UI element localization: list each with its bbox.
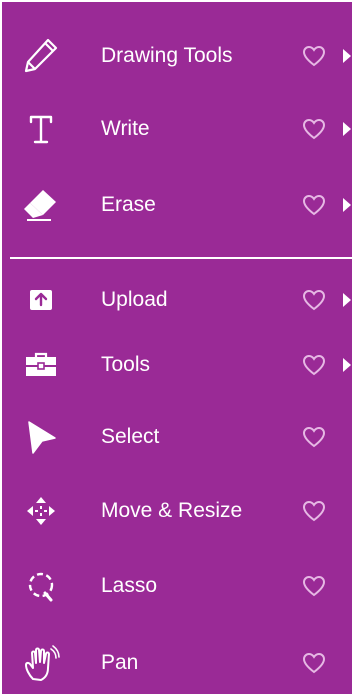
menu-item-lasso[interactable]: Lasso	[0, 556, 352, 616]
tool-menu: Drawing Tools Write Erase Upload Tools S…	[0, 0, 352, 696]
eraser-icon	[21, 175, 61, 235]
text-cursor-icon	[21, 99, 61, 159]
menu-item-drawing-tools[interactable]: Drawing Tools	[0, 26, 352, 86]
menu-divider	[10, 257, 352, 259]
heart-outline-icon[interactable]	[302, 426, 326, 448]
heart-outline-icon[interactable]	[302, 500, 326, 522]
chevron-right-icon[interactable]	[343, 122, 351, 136]
heart-outline-icon[interactable]	[302, 289, 326, 311]
menu-item-select[interactable]: Select	[0, 407, 352, 467]
menu-item-erase[interactable]: Erase	[0, 175, 352, 235]
menu-item-write[interactable]: Write	[0, 99, 352, 159]
heart-outline-icon[interactable]	[302, 354, 326, 376]
menu-border-top	[0, 0, 352, 2]
menu-item-label: Upload	[101, 288, 168, 311]
move-arrows-icon	[21, 481, 61, 541]
heart-outline-icon[interactable]	[302, 194, 326, 216]
toolbox-icon	[21, 335, 61, 395]
menu-item-label: Move & Resize	[101, 499, 243, 522]
heart-outline-icon[interactable]	[302, 118, 326, 140]
menu-item-label: Lasso	[101, 574, 158, 597]
menu-item-label: Erase	[101, 193, 156, 216]
pencil-icon	[21, 26, 61, 86]
menu-item-label: Write	[101, 117, 150, 140]
heart-outline-icon[interactable]	[302, 575, 326, 597]
chevron-right-icon[interactable]	[343, 293, 351, 307]
chevron-right-icon[interactable]	[343, 198, 351, 212]
menu-item-upload[interactable]: Upload	[0, 270, 352, 330]
hand-icon	[21, 633, 61, 693]
menu-item-pan[interactable]: Pan	[0, 633, 352, 693]
menu-item-label: Drawing Tools	[101, 44, 233, 67]
heart-outline-icon[interactable]	[302, 652, 326, 674]
menu-item-label: Select	[101, 425, 160, 448]
upload-icon	[21, 270, 61, 330]
chevron-right-icon[interactable]	[343, 358, 351, 372]
menu-item-move-resize[interactable]: Move & Resize	[0, 481, 352, 541]
menu-item-tools[interactable]: Tools	[0, 335, 352, 395]
heart-outline-icon[interactable]	[302, 45, 326, 67]
menu-item-label: Pan	[101, 651, 139, 674]
menu-item-label: Tools	[101, 353, 151, 376]
pointer-icon	[21, 407, 61, 467]
lasso-icon	[21, 556, 61, 616]
chevron-right-icon[interactable]	[343, 49, 351, 63]
